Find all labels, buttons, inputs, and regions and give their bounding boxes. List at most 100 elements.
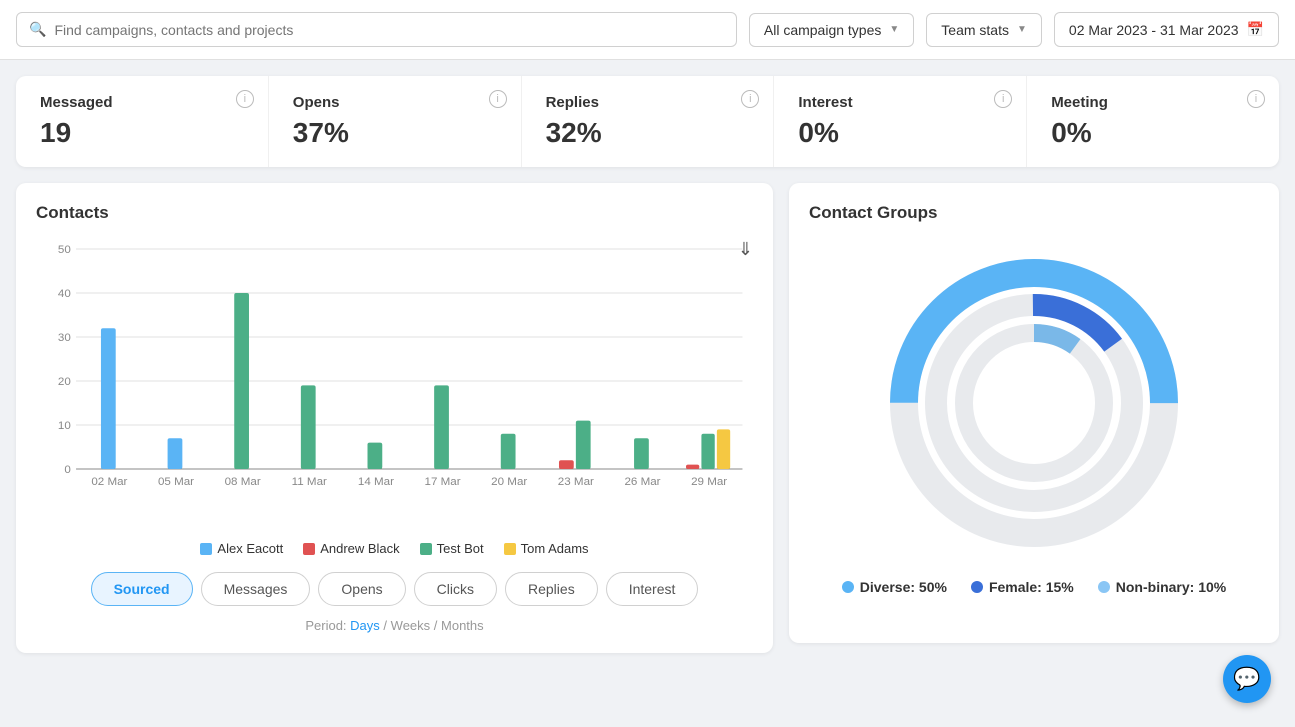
svg-text:08 Mar: 08 Mar: [225, 476, 261, 488]
legend-label: Andrew Black: [320, 541, 399, 556]
donut-chart-wrap: [809, 243, 1259, 563]
groups-legend-label: Diverse: 50%: [860, 579, 947, 595]
period-weeks-link[interactable]: Weeks: [391, 618, 431, 633]
tab-opens[interactable]: Opens: [318, 572, 405, 606]
chevron-down-icon: ▼: [889, 24, 899, 35]
chat-icon: 💬: [1233, 666, 1260, 692]
svg-text:50: 50: [58, 244, 71, 256]
info-icon[interactable]: i: [236, 90, 254, 108]
date-range-label: 02 Mar 2023 - 31 Mar 2023: [1069, 22, 1239, 38]
stat-card-opens: i Opens 37%: [269, 76, 522, 167]
info-icon[interactable]: i: [489, 90, 507, 108]
chart-legend: Alex Eacott Andrew Black Test Bot Tom Adams: [36, 541, 753, 556]
tab-interest[interactable]: Interest: [606, 572, 699, 606]
contact-groups-panel: Contact Groups Diverse: 50% Female: 15% No…: [789, 183, 1279, 643]
svg-text:10: 10: [58, 420, 71, 432]
stat-value-meeting: 0%: [1051, 117, 1255, 149]
search-input[interactable]: [54, 22, 723, 38]
stat-card-meeting: i Meeting 0%: [1027, 76, 1279, 167]
groups-legend-label: Non-binary: 10%: [1116, 579, 1226, 595]
calendar-icon: 📅: [1247, 21, 1264, 38]
groups-legend-label: Female: 15%: [989, 579, 1074, 595]
topbar: 🔍 All campaign types ▼ Team stats ▼ 02 M…: [0, 0, 1295, 60]
contacts-tab-row: SourcedMessagesOpens ClicksRepliesInteres…: [36, 572, 753, 606]
groups-legend-item: Diverse: 50%: [842, 579, 947, 595]
legend-dot: [420, 543, 432, 555]
tab-messages[interactable]: Messages: [201, 572, 311, 606]
svg-text:05 Mar: 05 Mar: [158, 476, 194, 488]
stat-label-replies: Replies: [546, 94, 750, 111]
campaign-type-dropdown[interactable]: All campaign types ▼: [749, 13, 914, 47]
chat-button[interactable]: 💬: [1223, 655, 1271, 703]
legend-item-tom-adams: Tom Adams: [504, 541, 589, 556]
stats-row: i Messaged 19 i Opens 37% i Replies 32% …: [16, 76, 1279, 167]
period-separator-1: /: [383, 618, 390, 633]
svg-text:14 Mar: 14 Mar: [358, 476, 394, 488]
download-button[interactable]: ⇓: [738, 239, 753, 260]
info-icon[interactable]: i: [741, 90, 759, 108]
legend-item-andrew-black: Andrew Black: [303, 541, 399, 556]
svg-text:20 Mar: 20 Mar: [491, 476, 527, 488]
stat-value-interest: 0%: [798, 117, 1002, 149]
legend-dot: [200, 543, 212, 555]
contacts-bar-chart: 0 10 20 30 40 50 02 Mar 05 Mar 08 Mar 11 Mar 14 Ma…: [36, 239, 753, 509]
groups-legend-dot: [1098, 581, 1110, 593]
donut-chart: [874, 243, 1194, 563]
contact-groups-legend: Diverse: 50% Female: 15% Non-binary: 10%: [809, 579, 1259, 595]
contacts-panel: Contacts ⇓ 0 10 20 30 40 50 02 Mar 05 Mar 08 Mar…: [16, 183, 773, 653]
info-icon[interactable]: i: [1247, 90, 1265, 108]
stat-label-messaged: Messaged: [40, 94, 244, 111]
period-row: Period: Days / Weeks / Months: [36, 618, 753, 633]
groups-legend-item: Female: 15%: [971, 579, 1074, 595]
tab-replies[interactable]: Replies: [505, 572, 598, 606]
main-content: Contacts ⇓ 0 10 20 30 40 50 02 Mar 05 Mar 08 Mar…: [0, 167, 1295, 669]
groups-legend-dot: [842, 581, 854, 593]
svg-text:30: 30: [58, 332, 71, 344]
svg-text:29 Mar: 29 Mar: [691, 476, 727, 488]
stat-value-opens: 37%: [293, 117, 497, 149]
svg-text:02 Mar: 02 Mar: [91, 476, 127, 488]
legend-label: Test Bot: [437, 541, 484, 556]
legend-item-alex-eacott: Alex Eacott: [200, 541, 283, 556]
tab-clicks[interactable]: Clicks: [414, 572, 497, 606]
team-stats-label: Team stats: [941, 22, 1009, 38]
svg-text:20: 20: [58, 376, 71, 388]
download-icon: ⇓: [738, 239, 753, 259]
team-stats-dropdown[interactable]: Team stats ▼: [926, 13, 1042, 47]
chevron-down-icon: ▼: [1017, 24, 1027, 35]
stat-label-meeting: Meeting: [1051, 94, 1255, 111]
stat-label-opens: Opens: [293, 94, 497, 111]
search-icon: 🔍: [29, 21, 46, 38]
svg-text:0: 0: [64, 464, 70, 476]
stat-value-messaged: 19: [40, 117, 244, 149]
svg-text:17 Mar: 17 Mar: [425, 476, 461, 488]
svg-text:23 Mar: 23 Mar: [558, 476, 594, 488]
contact-groups-title: Contact Groups: [809, 203, 1259, 223]
period-separator-2: /: [434, 618, 441, 633]
stat-card-replies: i Replies 32%: [522, 76, 775, 167]
legend-item-test-bot: Test Bot: [420, 541, 484, 556]
legend-label: Alex Eacott: [217, 541, 283, 556]
svg-text:26 Mar: 26 Mar: [624, 476, 660, 488]
info-icon[interactable]: i: [994, 90, 1012, 108]
groups-legend-dot: [971, 581, 983, 593]
svg-text:40: 40: [58, 288, 71, 300]
stat-card-interest: i Interest 0%: [774, 76, 1027, 167]
legend-dot: [504, 543, 516, 555]
legend-label: Tom Adams: [521, 541, 589, 556]
period-label: Period:: [305, 618, 346, 633]
groups-legend-item: Non-binary: 10%: [1098, 579, 1226, 595]
svg-text:11 Mar: 11 Mar: [292, 476, 327, 488]
tab-sourced[interactable]: Sourced: [91, 572, 193, 606]
stat-card-messaged: i Messaged 19: [16, 76, 269, 167]
search-wrap: 🔍: [16, 12, 737, 47]
campaign-type-label: All campaign types: [764, 22, 882, 38]
stat-label-interest: Interest: [798, 94, 1002, 111]
contacts-chart-area: ⇓ 0 10 20 30 40 50 02 Mar 05 Mar 08 Mar 11 Mar 14 …: [36, 239, 753, 529]
period-months-link[interactable]: Months: [441, 618, 484, 633]
legend-dot: [303, 543, 315, 555]
date-range-picker[interactable]: 02 Mar 2023 - 31 Mar 2023 📅: [1054, 12, 1279, 47]
stat-value-replies: 32%: [546, 117, 750, 149]
period-days-link[interactable]: Days: [350, 618, 380, 633]
contacts-panel-title: Contacts: [36, 203, 753, 223]
